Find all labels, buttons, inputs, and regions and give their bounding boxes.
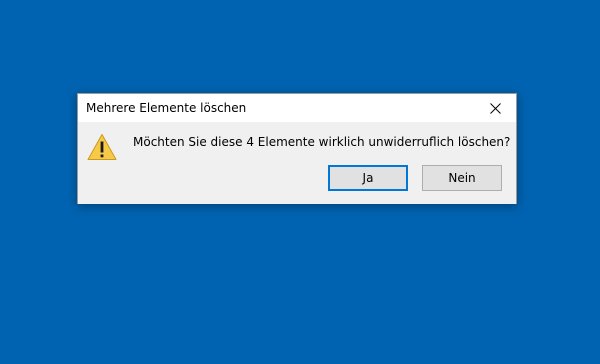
dialog-titlebar[interactable]: Mehrere Elemente löschen [78, 94, 516, 122]
yes-button-label: Ja [362, 171, 374, 185]
warning-icon [87, 134, 117, 160]
close-icon [489, 102, 501, 114]
yes-button[interactable]: Ja [328, 165, 408, 191]
dialog-content: Möchten Sie diese 4 Elemente wirklich un… [78, 122, 516, 204]
dialog-message: Möchten Sie diese 4 Elemente wirklich un… [133, 135, 511, 149]
dialog-title: Mehrere Elemente löschen [86, 101, 247, 115]
delete-confirmation-dialog: Mehrere Elemente löschen Möchten Sie die… [77, 93, 517, 204]
no-button-label: Nein [448, 171, 476, 185]
close-button[interactable] [474, 94, 516, 122]
no-button[interactable]: Nein [422, 165, 502, 191]
